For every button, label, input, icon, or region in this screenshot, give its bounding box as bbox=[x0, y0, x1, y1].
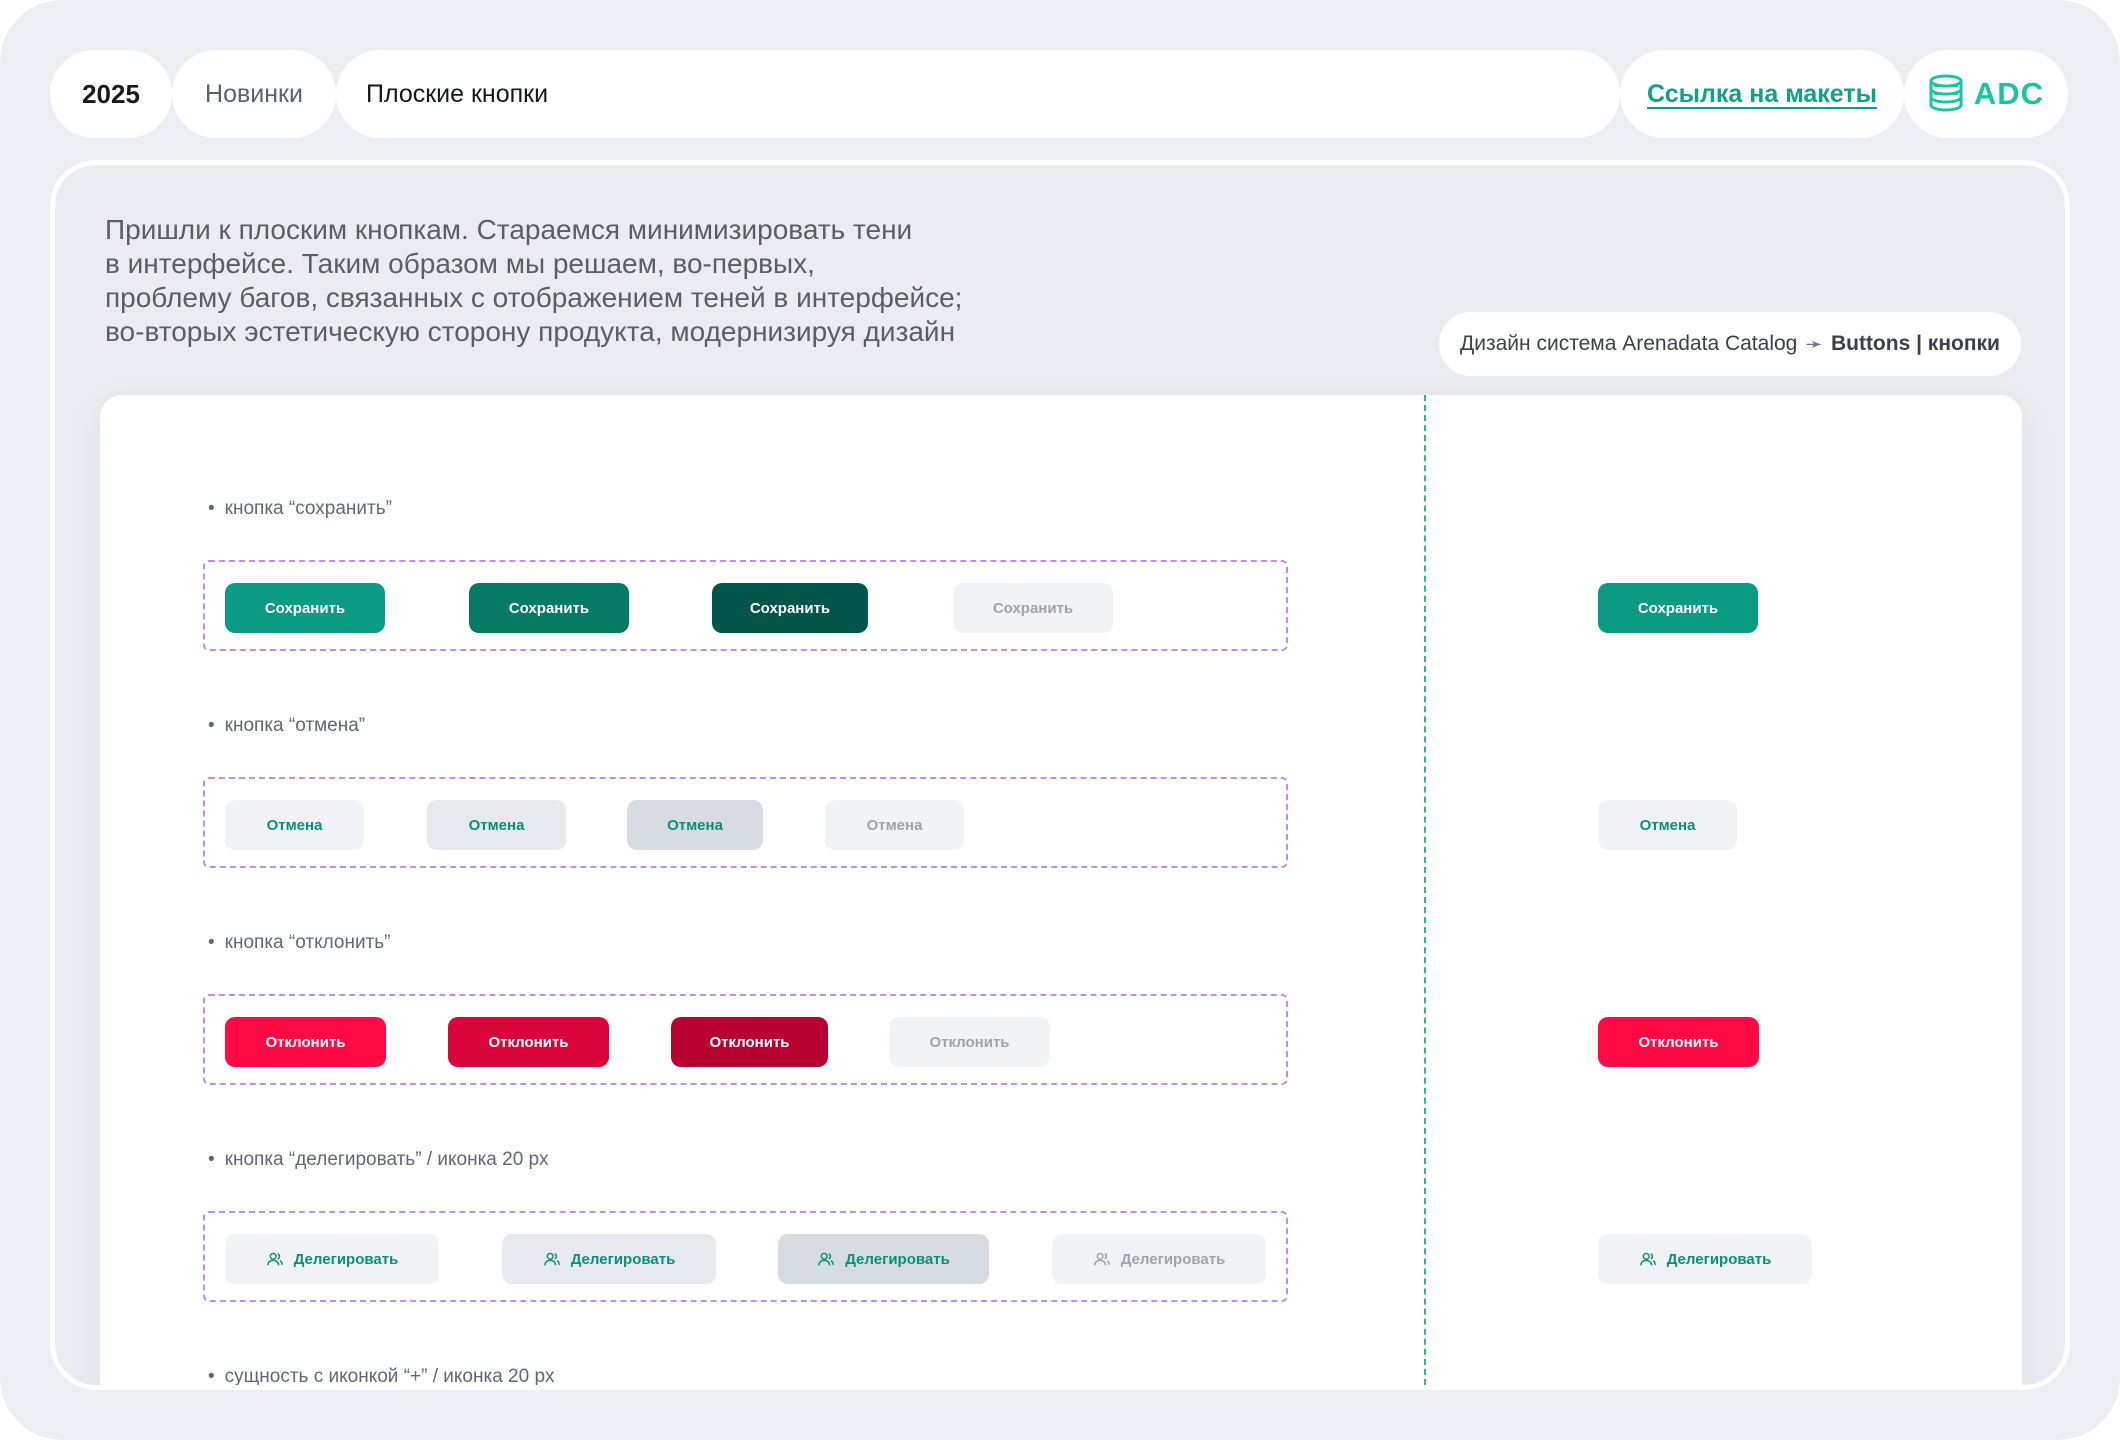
breadcrumb-part: Дизайн система Arenadata Catalog bbox=[1460, 332, 1798, 355]
intro-text: Пришли к плоским кнопкам. Стараемся мини… bbox=[105, 213, 1065, 349]
breadcrumb[interactable]: Дизайн система Arenadata Catalog ➛ Butto… bbox=[1439, 312, 2021, 376]
logo-text: ADC bbox=[1973, 76, 2045, 111]
year-pill: 2025 bbox=[50, 50, 172, 138]
save-button-default[interactable]: Сохранить bbox=[225, 583, 385, 633]
reject-button-hover[interactable]: Отклонить bbox=[448, 1017, 609, 1067]
canvas-divider bbox=[1424, 395, 1426, 1385]
section-title-entity: сущность с иконкой “+” / иконка 20 px bbox=[208, 1366, 555, 1385]
cancel-button-default[interactable]: Отмена bbox=[225, 800, 364, 850]
save-button-preview[interactable]: Сохранить bbox=[1598, 583, 1758, 633]
database-logo-icon bbox=[1929, 74, 1963, 112]
reject-button-disabled[interactable]: Отклонить bbox=[889, 1017, 1050, 1067]
save-button-pressed[interactable]: Сохранить bbox=[712, 583, 868, 633]
cancel-button-preview[interactable]: Отмена bbox=[1598, 800, 1737, 850]
intro-line: в интерфейсе. Таким образом мы решаем, в… bbox=[105, 248, 815, 279]
logo: ADC bbox=[1904, 50, 2068, 138]
reject-button-default[interactable]: Отклонить bbox=[225, 1017, 386, 1067]
delegate-button-label: Делегировать bbox=[845, 1250, 950, 1268]
section-label: Новинки bbox=[205, 79, 303, 108]
delegate-button-hover[interactable]: Делегировать bbox=[502, 1234, 716, 1284]
delegate-button-disabled[interactable]: Делегировать bbox=[1052, 1234, 1266, 1284]
design-canvas: кнопка “сохранить” Сохранить Сохранить С… bbox=[100, 395, 2022, 1385]
delegate-button-label: Делегировать bbox=[570, 1250, 676, 1268]
section-pill[interactable]: Новинки bbox=[172, 50, 336, 138]
section-title-cancel: кнопка “отмена” bbox=[208, 715, 365, 737]
reject-button-pressed[interactable]: Отклонить bbox=[671, 1017, 828, 1067]
delegate-button-default[interactable]: Делегировать bbox=[225, 1234, 439, 1284]
intro-line: проблему багов, связанных с отображением… bbox=[105, 282, 963, 313]
intro-line: Пришли к плоским кнопкам. Стараемся мини… bbox=[105, 214, 913, 245]
intro-line: во-вторых эстетическую сторону продукта,… bbox=[105, 316, 956, 347]
delegate-button-label: Делегировать bbox=[293, 1250, 399, 1268]
year-label: 2025 bbox=[82, 78, 140, 109]
delegate-button-pressed[interactable]: Делегировать bbox=[778, 1234, 989, 1284]
cancel-button-hover[interactable]: Отмена bbox=[427, 800, 566, 850]
page-title: Плоские кнопки bbox=[366, 79, 549, 108]
delegate-button-preview[interactable]: Делегировать bbox=[1598, 1234, 1812, 1284]
section-title-delegate: кнопка “делегировать” / иконка 20 px bbox=[208, 1149, 549, 1171]
mockups-link[interactable]: Ссылка на макеты bbox=[1647, 80, 1877, 109]
delegate-button-label: Делегировать bbox=[1120, 1250, 1226, 1268]
delegate-button-label: Делегировать bbox=[1666, 1250, 1772, 1268]
users-icon bbox=[1093, 1252, 1110, 1266]
save-button-hover[interactable]: Сохранить bbox=[469, 583, 629, 633]
breadcrumb-part: Buttons | кнопки bbox=[1830, 332, 2000, 355]
users-icon bbox=[543, 1252, 560, 1266]
cancel-button-disabled[interactable]: Отмена bbox=[825, 800, 964, 850]
mockups-link-pill[interactable]: Ссылка на макеты bbox=[1620, 50, 1904, 138]
title-pill: Плоские кнопки bbox=[336, 50, 1620, 138]
section-title-save: кнопка “сохранить” bbox=[208, 498, 392, 520]
page-frame: 2025 Новинки Плоские кнопки Ссылка на ма… bbox=[0, 0, 2120, 1440]
arrow-right-icon: ➛ bbox=[1805, 332, 1823, 356]
section-title-reject: кнопка “отклонить” bbox=[208, 932, 391, 954]
main-card: Пришли к плоским кнопкам. Стараемся мини… bbox=[50, 160, 2070, 1390]
save-button-disabled[interactable]: Сохранить bbox=[953, 583, 1113, 633]
users-icon bbox=[818, 1252, 835, 1266]
users-icon bbox=[266, 1252, 283, 1266]
users-icon bbox=[1639, 1252, 1656, 1266]
cancel-button-pressed[interactable]: Отмена bbox=[627, 800, 763, 850]
reject-button-preview[interactable]: Отклонить bbox=[1598, 1017, 1759, 1067]
